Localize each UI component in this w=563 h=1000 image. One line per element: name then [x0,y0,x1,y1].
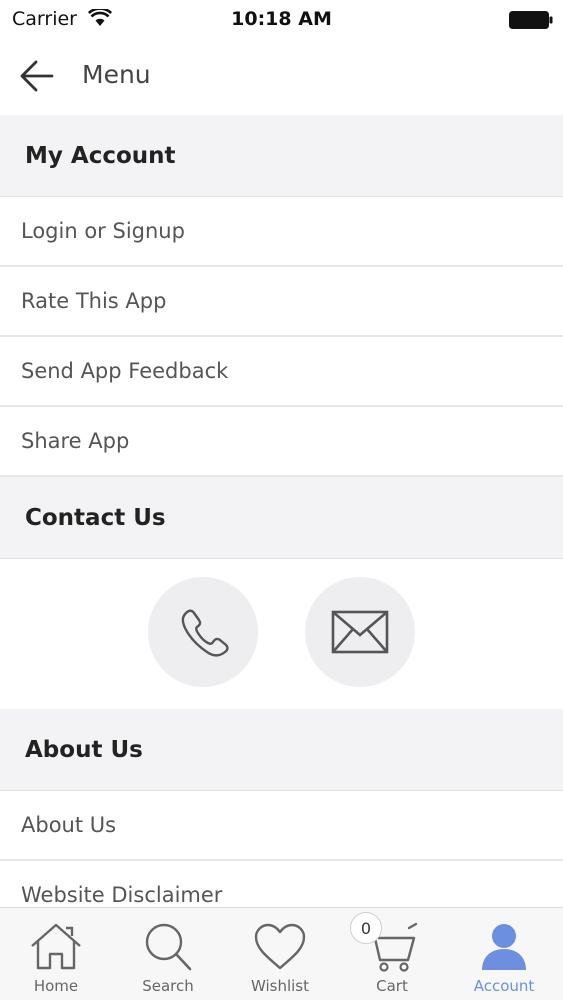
tab-label: Search [142,977,194,995]
tab-wishlist[interactable]: Wishlist [224,908,336,1000]
section-title: My Account [25,142,176,169]
tab-label: Cart [376,977,408,995]
section-header-about-us: About Us [0,709,563,791]
heart-icon [254,923,306,970]
menu-item-label: Website Disclaimer [21,883,223,907]
menu-item-rate-app[interactable]: Rate This App [0,267,563,337]
status-bar: Carrier 10:18 AM [0,0,563,38]
home-icon [31,923,81,970]
menu-item-label: Send App Feedback [21,359,229,383]
user-icon [482,924,526,970]
menu-item-label: Share App [21,429,130,453]
menu-item-share-app[interactable]: Share App [0,407,563,477]
navigation-bar: Menu [0,38,563,115]
section-title: Contact Us [25,504,166,531]
menu-item-login[interactable]: Login or Signup [0,197,563,267]
arrow-left-icon[interactable] [18,56,58,96]
tab-account[interactable]: Account [448,908,560,1000]
tab-label: Wishlist [250,977,310,995]
call-button[interactable] [148,577,258,687]
tab-bar: Home Search Wishlist Cart Account [0,907,563,1000]
tab-label: Home [33,977,79,995]
menu-item-website-disclaimer[interactable]: Website Disclaimer [0,861,563,907]
menu-item-label: About Us [21,813,117,837]
tab-home[interactable]: Home [0,908,112,1000]
search-icon [145,923,192,971]
menu-list[interactable]: My Account Login or Signup Rate This App… [0,115,563,907]
email-button[interactable] [305,577,415,687]
section-title: About Us [25,736,143,763]
status-time: 10:18 AM [231,8,332,30]
menu-item-label: Login or Signup [21,219,185,243]
section-header-contact-us: Contact Us [0,477,563,559]
menu-item-about-us[interactable]: About Us [0,791,563,861]
mail-icon [331,610,389,654]
battery-icon [509,11,553,29]
tab-label: Account [473,977,535,995]
page-title: Menu [82,60,151,89]
cart-count-badge: 0 [350,912,382,944]
menu-item-feedback[interactable]: Send App Feedback [0,337,563,407]
section-header-my-account: My Account [0,115,563,197]
contact-buttons [0,559,563,709]
menu-item-label: Rate This App [21,289,167,313]
phone-icon [181,609,229,657]
tab-search[interactable]: Search [112,908,224,1000]
